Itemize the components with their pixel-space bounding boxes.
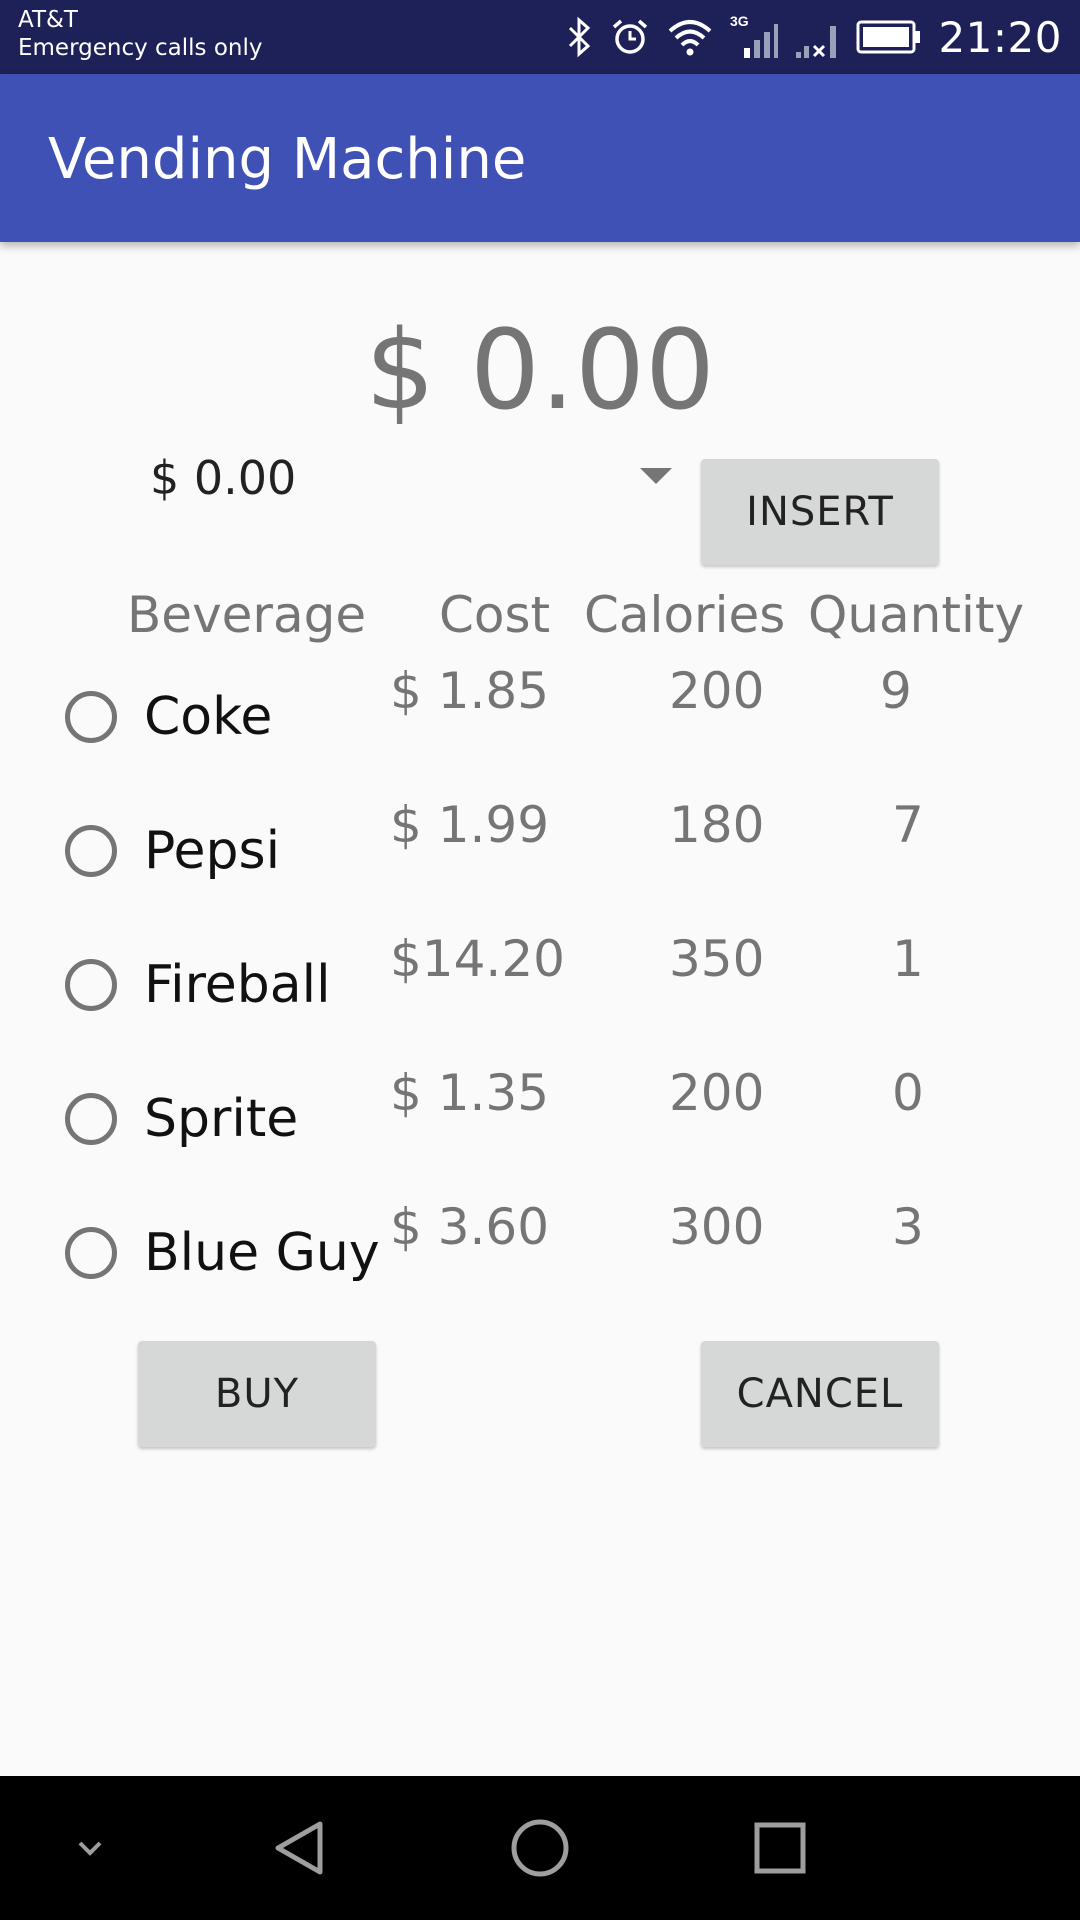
beverage-calories: 300 bbox=[669, 1198, 765, 1256]
app-bar: Vending Machine bbox=[0, 74, 1080, 242]
header-cost: Cost bbox=[439, 586, 551, 644]
beverage-calories: 350 bbox=[669, 930, 765, 988]
carrier-note: Emergency calls only bbox=[18, 35, 263, 61]
alarm-icon bbox=[610, 17, 650, 57]
home-icon[interactable] bbox=[490, 1776, 590, 1920]
beverage-calories: 180 bbox=[669, 796, 765, 854]
beverage-cost: $14.20 bbox=[390, 930, 565, 988]
radio-pepsi[interactable] bbox=[65, 825, 117, 877]
amount-spinner-value: $ 0.00 bbox=[150, 451, 297, 505]
recents-icon[interactable] bbox=[730, 1776, 830, 1920]
beverage-cost: $ 1.99 bbox=[390, 796, 550, 854]
network-type-label: 3G bbox=[730, 13, 749, 29]
radio-coke[interactable] bbox=[65, 691, 117, 743]
beverage-name[interactable]: Pepsi bbox=[144, 821, 280, 881]
clock: 21:20 bbox=[938, 12, 1062, 62]
beverage-cost: $ 3.60 bbox=[390, 1198, 550, 1256]
beverage-name[interactable]: Fireball bbox=[144, 955, 331, 1015]
header-beverage: Beverage bbox=[127, 586, 367, 644]
wifi-icon bbox=[666, 17, 714, 57]
beverage-quantity: 9 bbox=[880, 662, 912, 720]
back-icon[interactable] bbox=[250, 1776, 350, 1920]
radio-fireball[interactable] bbox=[65, 959, 117, 1011]
beverage-cost: $ 1.35 bbox=[390, 1064, 550, 1122]
header-quantity: Quantity bbox=[808, 586, 1025, 644]
beverage-quantity: 1 bbox=[892, 930, 924, 988]
insert-button[interactable]: INSERT bbox=[701, 459, 939, 565]
collapse-chevron-icon[interactable] bbox=[50, 1776, 130, 1920]
beverage-quantity: 0 bbox=[892, 1064, 924, 1122]
carrier-info: AT&T Emergency calls only bbox=[18, 6, 263, 62]
status-icons: 3G 21:20 bbox=[548, 0, 1062, 74]
carrier-name: AT&T bbox=[18, 7, 78, 33]
beverage-cost: $ 1.85 bbox=[390, 662, 550, 720]
beverage-name[interactable]: Blue Guy bbox=[144, 1223, 380, 1283]
signal-3g-icon: 3G bbox=[730, 12, 779, 62]
header-calories: Calories bbox=[584, 586, 786, 644]
beverage-name[interactable]: Coke bbox=[144, 687, 272, 747]
status-bar: AT&T Emergency calls only 3G 21:20 bbox=[0, 0, 1080, 74]
radio-sprite[interactable] bbox=[65, 1093, 117, 1145]
balance-display: $ 0.00 bbox=[365, 306, 715, 434]
beverage-quantity: 3 bbox=[892, 1198, 924, 1256]
navigation-bar bbox=[0, 1776, 1080, 1920]
battery-icon bbox=[856, 20, 922, 54]
beverage-calories: 200 bbox=[669, 662, 765, 720]
amount-spinner[interactable]: $ 0.00 bbox=[150, 448, 680, 508]
dropdown-arrow-icon bbox=[640, 468, 672, 484]
app-title: Vending Machine bbox=[48, 127, 527, 192]
signal-no-service-icon bbox=[794, 12, 840, 62]
cancel-button[interactable]: CANCEL bbox=[701, 1341, 939, 1447]
buy-button[interactable]: BUY bbox=[138, 1341, 376, 1447]
radio-blue-guy[interactable] bbox=[65, 1227, 117, 1279]
beverage-calories: 200 bbox=[669, 1064, 765, 1122]
bluetooth-icon bbox=[564, 16, 594, 58]
beverage-name[interactable]: Sprite bbox=[144, 1089, 298, 1149]
beverage-quantity: 7 bbox=[892, 796, 924, 854]
